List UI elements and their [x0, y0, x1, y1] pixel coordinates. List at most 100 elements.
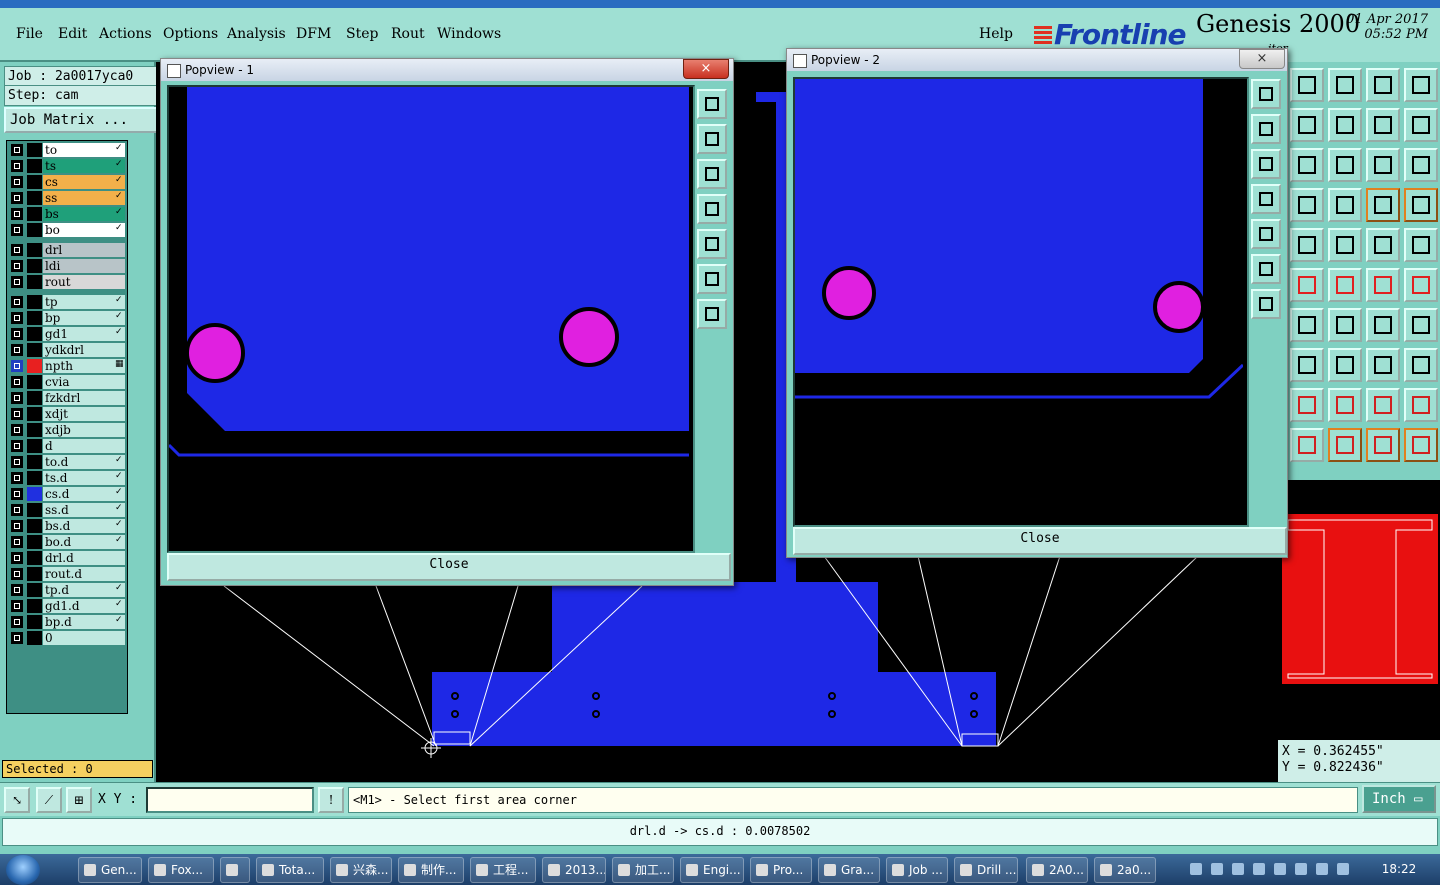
- shape4-icon[interactable]: [1404, 388, 1438, 422]
- pointer4-icon[interactable]: [1404, 428, 1438, 462]
- minus-icon[interactable]: [1328, 348, 1362, 382]
- layer-color-box[interactable]: [27, 503, 42, 517]
- layer-name[interactable]: xdjb: [43, 423, 125, 437]
- layer-name[interactable]: bs.d: [43, 519, 125, 533]
- page-right-icon[interactable]: [697, 229, 727, 259]
- split-icon[interactable]: [1404, 308, 1438, 342]
- line-icon[interactable]: [1366, 268, 1400, 302]
- layer-color-box[interactable]: [27, 223, 42, 237]
- minimap[interactable]: [1278, 480, 1440, 740]
- zoom-area-icon[interactable]: ⤡: [4, 787, 30, 813]
- layer-name[interactable]: to.d: [43, 455, 125, 469]
- layer-color-box[interactable]: [27, 159, 42, 173]
- layer-color-box[interactable]: [27, 175, 42, 189]
- layer-row-to[interactable]: to ✓: [9, 143, 125, 157]
- layer-color-box[interactable]: [27, 583, 42, 597]
- layer-row-drl-d[interactable]: drl.d: [9, 551, 125, 565]
- help-icon[interactable]: [1404, 148, 1438, 182]
- layer-color-box[interactable]: [27, 551, 42, 565]
- page-right-icon[interactable]: [1251, 219, 1281, 249]
- layer-row-bp[interactable]: bp ✓: [9, 311, 125, 325]
- taskbar-clock[interactable]: 18:22: [1366, 854, 1432, 885]
- menu-edit[interactable]: Edit: [58, 26, 87, 42]
- layer-name[interactable]: ts: [43, 159, 125, 173]
- layer-name[interactable]: tp: [43, 295, 125, 309]
- layer-name[interactable]: cs.d: [43, 487, 125, 501]
- job-matrix-button[interactable]: Job Matrix ...: [4, 107, 160, 133]
- layer-color-box[interactable]: [27, 439, 42, 453]
- layer-name[interactable]: xdjt: [43, 407, 125, 421]
- layer-row-fzkdrl[interactable]: fzkdrl: [9, 391, 125, 405]
- arc-icon[interactable]: [1366, 308, 1400, 342]
- layer-color-box[interactable]: [27, 295, 42, 309]
- layer-checkbox[interactable]: [11, 520, 23, 532]
- layer-checkbox[interactable]: [11, 176, 23, 188]
- layer-row-xdjb[interactable]: xdjb: [9, 423, 125, 437]
- taskbar-item[interactable]: 2013...: [542, 857, 606, 883]
- page-up-icon[interactable]: [697, 124, 727, 154]
- taskbar-item[interactable]: Fox...: [148, 857, 214, 883]
- snap-icon[interactable]: [1404, 108, 1438, 142]
- grid-icon[interactable]: [1328, 188, 1362, 222]
- layer-name[interactable]: bp: [43, 311, 125, 325]
- menu-actions[interactable]: Actions: [99, 26, 152, 42]
- layer-color-box[interactable]: [27, 423, 42, 437]
- layer-name[interactable]: bo.d: [43, 535, 125, 549]
- layer-color-box[interactable]: [27, 311, 42, 325]
- layer-name[interactable]: ydkdrl: [43, 343, 125, 357]
- layer-color-box[interactable]: [27, 615, 42, 629]
- keyboard-icon[interactable]: [1190, 863, 1202, 875]
- layer-name[interactable]: bo: [43, 223, 125, 237]
- zoom-in-icon[interactable]: [1251, 289, 1281, 319]
- pointer3-icon[interactable]: [1366, 428, 1400, 462]
- layer-color-box[interactable]: [27, 391, 42, 405]
- layer-color-box[interactable]: [27, 359, 42, 373]
- layer-row-bo[interactable]: bo ✓: [9, 223, 125, 237]
- layer-checkbox[interactable]: [11, 208, 23, 220]
- layer-checkbox[interactable]: [11, 600, 23, 612]
- layer-icon[interactable]: [1328, 68, 1362, 102]
- home-icon[interactable]: [1366, 68, 1400, 102]
- zoom-fit-icon[interactable]: [697, 89, 727, 119]
- layer-name[interactable]: rout: [43, 275, 125, 289]
- layer-row-ts[interactable]: ts ✓: [9, 159, 125, 173]
- left-icon[interactable]: [1290, 108, 1324, 142]
- layer-row-drl[interactable]: drl: [9, 243, 125, 257]
- layer-checkbox[interactable]: [11, 344, 23, 356]
- layer-row-rout-d[interactable]: rout.d: [9, 567, 125, 581]
- menu-dfm[interactable]: DFM: [296, 26, 331, 42]
- taskbar-item[interactable]: Gen...: [78, 857, 142, 883]
- layer-checkbox[interactable]: [11, 260, 23, 272]
- undo-icon[interactable]: [1366, 108, 1400, 142]
- layer-checkbox[interactable]: [11, 312, 23, 324]
- zoom-icon[interactable]: [1328, 148, 1362, 182]
- popview-1-view[interactable]: [167, 85, 695, 553]
- layer-checkbox[interactable]: [11, 504, 23, 516]
- popview-1-close-icon[interactable]: ×: [683, 59, 729, 79]
- layer-name[interactable]: ts.d: [43, 471, 125, 485]
- taskbar-item[interactable]: 制作...: [398, 857, 464, 883]
- volume-icon[interactable]: [1295, 863, 1307, 875]
- layer-color-box[interactable]: [27, 375, 42, 389]
- node-icon[interactable]: [1290, 268, 1324, 302]
- power-icon[interactable]: [1316, 863, 1328, 875]
- layer-color-box[interactable]: [27, 207, 42, 221]
- right-icon[interactable]: [1328, 108, 1362, 142]
- line2-icon[interactable]: [1404, 268, 1438, 302]
- layer-color-box[interactable]: [27, 343, 42, 357]
- layer-checkbox[interactable]: [11, 456, 23, 468]
- taskbar-item[interactable]: Job ...: [886, 857, 948, 883]
- popview-2-close-button[interactable]: Close: [793, 527, 1287, 555]
- page-down-icon[interactable]: [1251, 149, 1281, 179]
- fit-icon[interactable]: [1366, 348, 1400, 382]
- layer-row-npth[interactable]: npth ▦: [9, 359, 125, 373]
- layer-row-tp[interactable]: tp ✓: [9, 295, 125, 309]
- page-left-icon[interactable]: [1251, 184, 1281, 214]
- layer-row-0[interactable]: 0: [9, 631, 125, 645]
- menu-options[interactable]: Options: [163, 26, 218, 42]
- taskbar-item[interactable]: Engi...: [680, 857, 744, 883]
- layer-color-box[interactable]: [27, 471, 42, 485]
- layer-row-gd1[interactable]: gd1 ✓: [9, 327, 125, 341]
- layer-checkbox[interactable]: [11, 276, 23, 288]
- layer-checkbox[interactable]: [11, 584, 23, 596]
